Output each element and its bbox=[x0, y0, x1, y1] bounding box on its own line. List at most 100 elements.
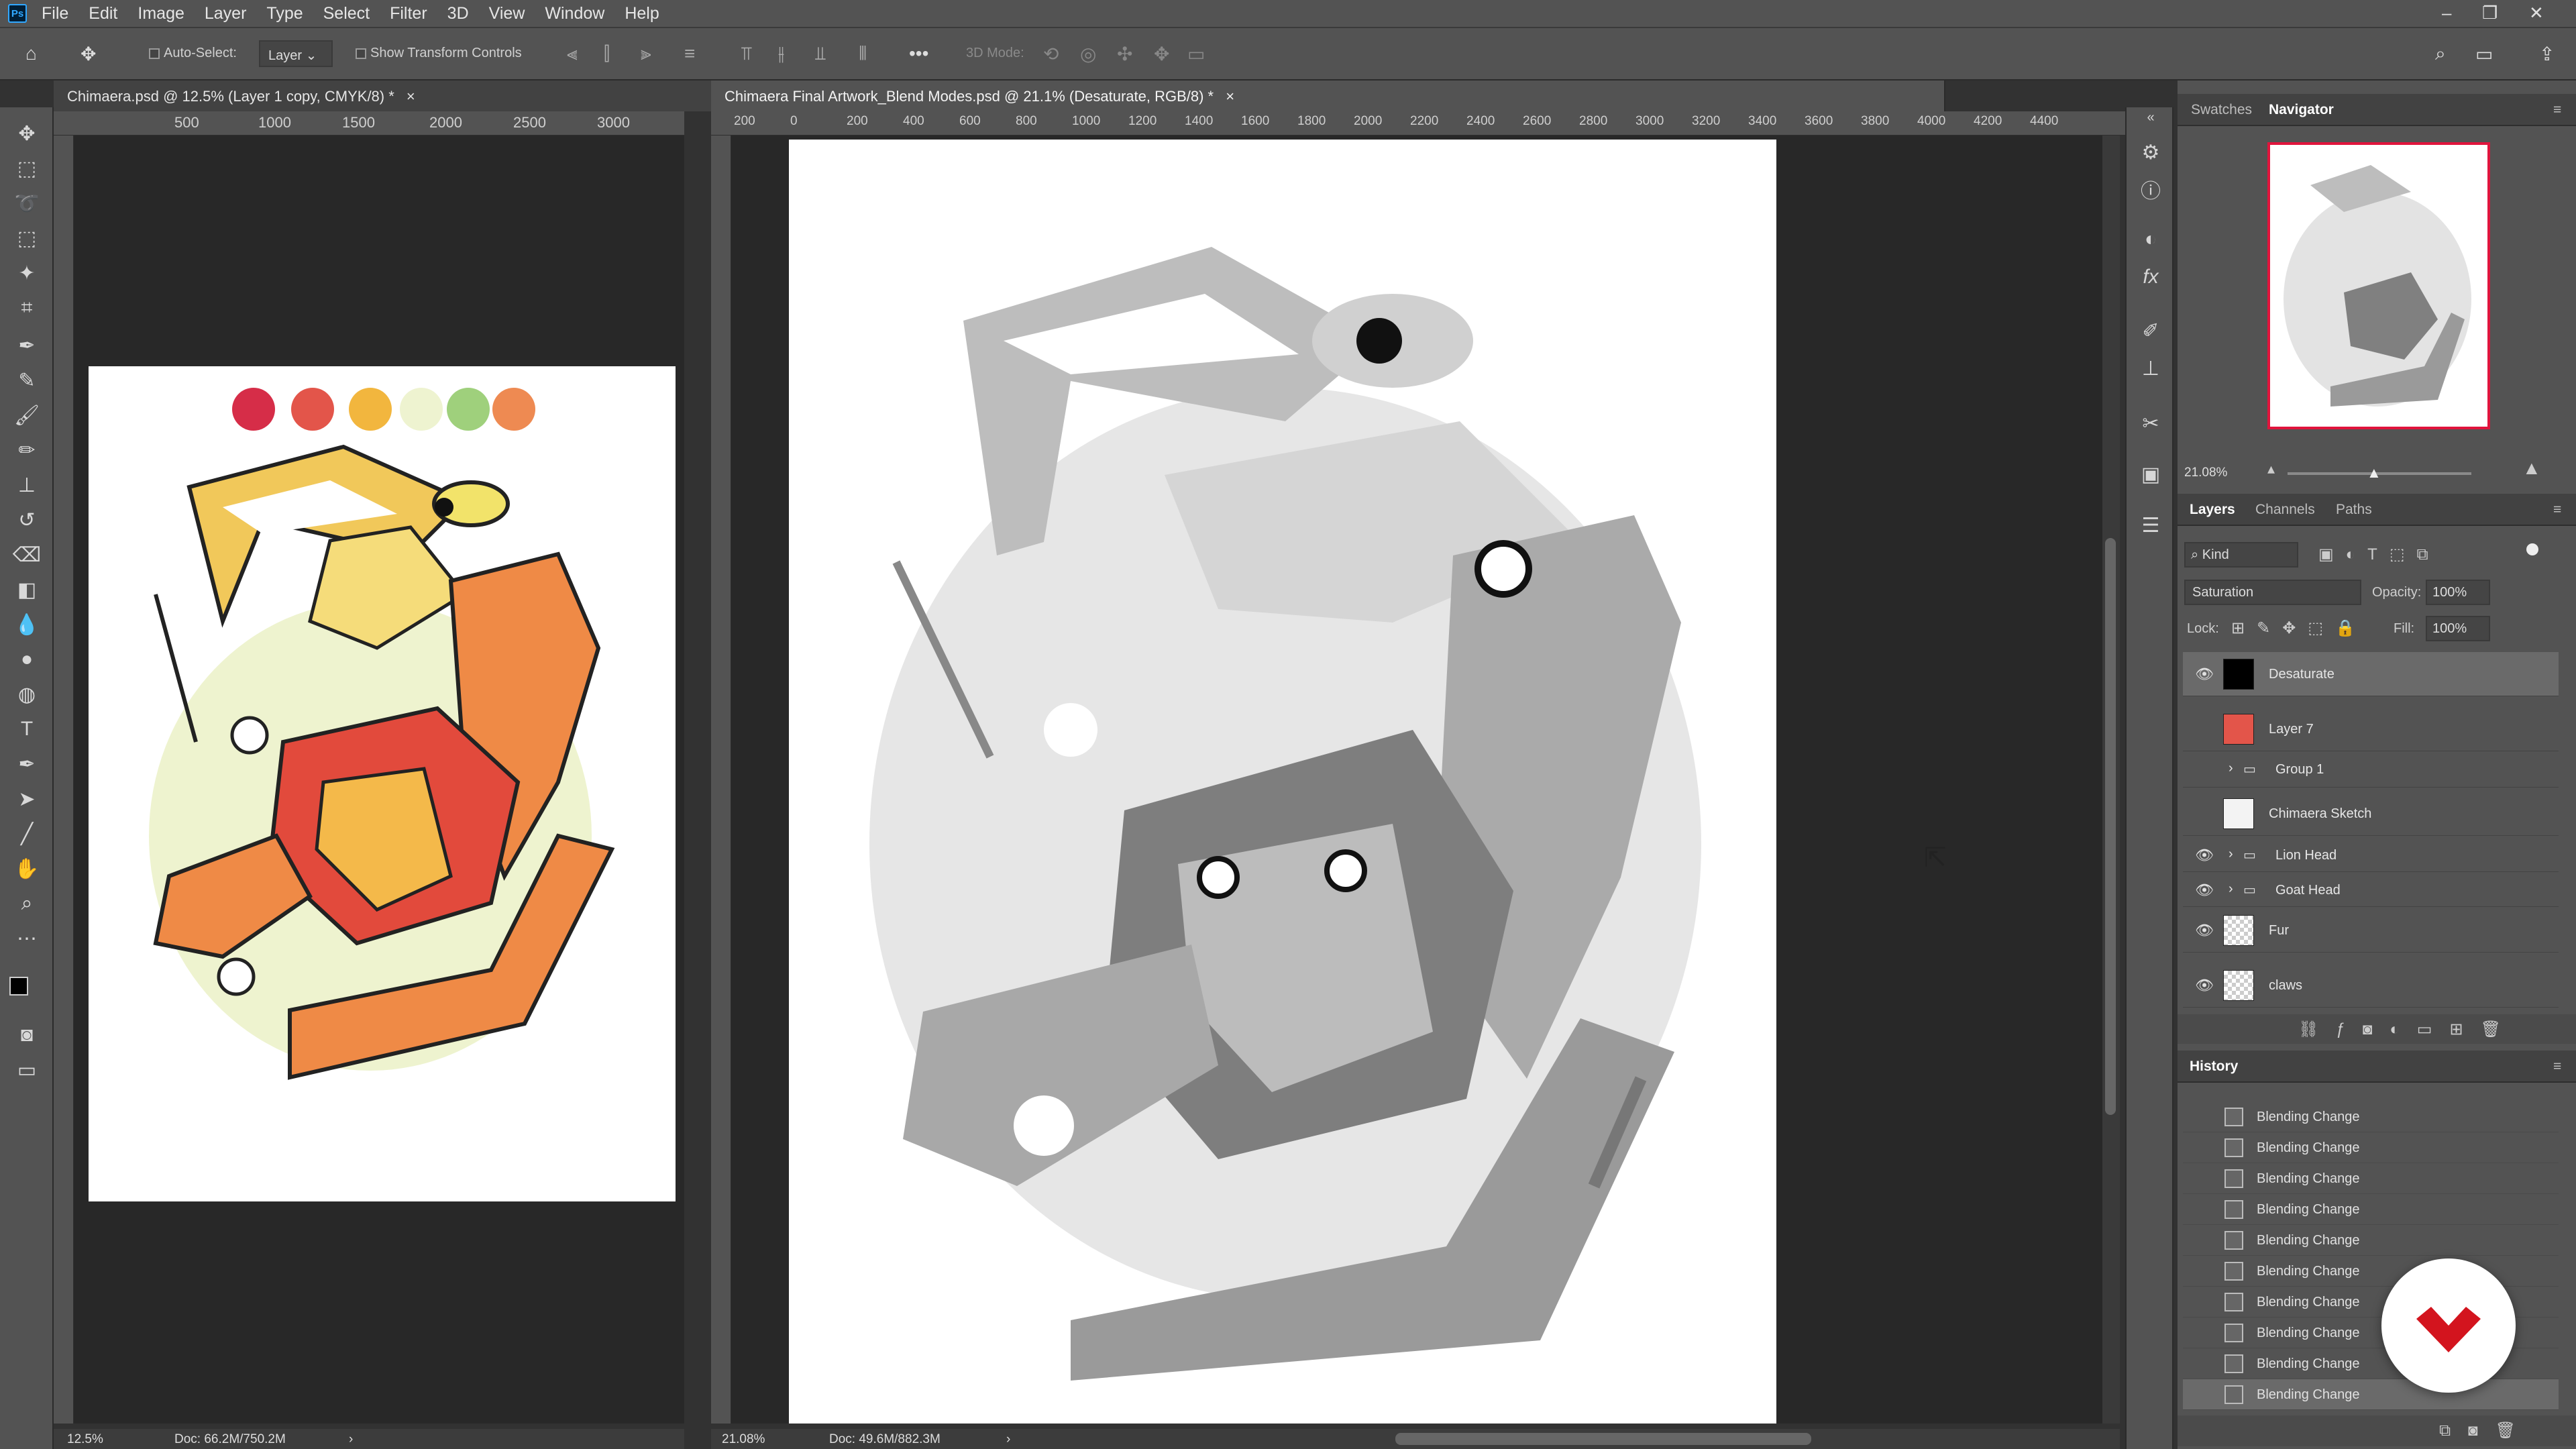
line-tool-icon[interactable]: ╱ bbox=[9, 818, 44, 849]
paint-bucket-tool-icon[interactable]: ◧ bbox=[9, 574, 44, 605]
info-icon[interactable]: ⓘ bbox=[2136, 174, 2165, 204]
panel-menu-icon[interactable]: ≡ bbox=[2553, 502, 2561, 518]
brushes-icon[interactable]: ✐ bbox=[2136, 319, 2165, 349]
lock-icons[interactable]: ⊞✎✥⬚🔒 bbox=[2231, 619, 2367, 638]
eyedropper-tool-icon[interactable]: ✒ bbox=[9, 330, 44, 361]
more-options-icon[interactable]: ••• bbox=[909, 43, 928, 64]
menu-help[interactable]: Help bbox=[625, 4, 659, 23]
align-middle-icon[interactable]: ⫲ bbox=[778, 43, 784, 65]
eye-icon[interactable]: 👁 bbox=[2195, 881, 2214, 899]
tab-navigator[interactable]: Navigator bbox=[2269, 102, 2334, 118]
more-tools-icon[interactable]: ⋯ bbox=[9, 923, 44, 954]
pencil-tool-icon[interactable]: ✏ bbox=[9, 435, 44, 466]
layer-row-chimaera-sketch[interactable]: Chimaera Sketch bbox=[2183, 792, 2559, 836]
auto-select-checkbox[interactable]: Auto-Select: bbox=[149, 46, 237, 61]
doc-tab-final-artwork[interactable]: Chimaera Final Artwork_Blend Modes.psd @… bbox=[711, 80, 1945, 111]
history-brush-tool-icon[interactable]: ↺ bbox=[9, 504, 44, 535]
align-left-icon[interactable]: ⫷ bbox=[567, 43, 578, 65]
panel-menu-icon[interactable]: ≡ bbox=[2553, 102, 2561, 118]
layer-row-group1[interactable]: › ▭ Group 1 bbox=[2183, 751, 2559, 788]
align-center-icon[interactable]: ⫿ bbox=[604, 43, 610, 65]
zoom-out-icon[interactable]: ▴ bbox=[2267, 460, 2275, 478]
panel-menu-icon[interactable]: ≡ bbox=[2553, 1059, 2561, 1075]
collapse-icon[interactable]: « bbox=[2136, 110, 2165, 140]
minimize-icon[interactable]: – bbox=[2442, 3, 2451, 23]
menu-image[interactable]: Image bbox=[138, 4, 184, 23]
menu-window[interactable]: Window bbox=[545, 4, 604, 23]
chevron-right-icon[interactable]: › bbox=[2229, 847, 2233, 862]
smudge-tool-icon[interactable]: ◍ bbox=[9, 679, 44, 710]
distribute-icon[interactable]: ≡ bbox=[684, 43, 695, 64]
clone-stamp-tool-icon[interactable]: ⊥ bbox=[9, 470, 44, 500]
chevron-right-icon[interactable]: › bbox=[1006, 1432, 1010, 1447]
layer-row-layer7[interactable]: Layer 7 bbox=[2183, 707, 2559, 751]
zoom-in-icon[interactable]: ▲ bbox=[2522, 458, 2541, 479]
layer-filter-dropdown[interactable]: ⌕ Kind bbox=[2184, 542, 2298, 568]
3d-rotate-icon[interactable]: ⟲ bbox=[1043, 43, 1059, 65]
dodge-tool-icon[interactable]: ● bbox=[9, 644, 44, 675]
navigator-preview[interactable] bbox=[2267, 142, 2490, 429]
chevron-right-icon[interactable]: › bbox=[349, 1432, 353, 1447]
navigator-zoom[interactable]: 21.08% bbox=[2184, 466, 2227, 480]
auto-select-dropdown[interactable]: Layer ⌄ bbox=[259, 40, 333, 67]
opacity-field[interactable]: 100% bbox=[2426, 580, 2490, 605]
fill-field[interactable]: 100% bbox=[2426, 616, 2490, 641]
close-icon[interactable]: × bbox=[407, 88, 415, 105]
menu-view[interactable]: View bbox=[489, 4, 525, 23]
tool-presets-icon[interactable]: ✂ bbox=[2136, 412, 2165, 441]
hand-tool-icon[interactable]: ✋ bbox=[9, 853, 44, 884]
zoom-slider-handle[interactable]: ▲ bbox=[2367, 464, 2381, 482]
close-icon[interactable]: ✕ bbox=[2529, 3, 2544, 23]
align-top-icon[interactable]: ⫪ bbox=[741, 43, 752, 65]
blend-mode-dropdown[interactable]: Saturation bbox=[2184, 580, 2361, 605]
move-tool-icon[interactable]: ✥ bbox=[9, 118, 44, 149]
menu-filter[interactable]: Filter bbox=[390, 4, 427, 23]
object-select-tool-icon[interactable]: ⬚ bbox=[9, 223, 44, 254]
show-transform-checkbox[interactable]: Show Transform Controls bbox=[356, 46, 522, 61]
styles-icon[interactable]: fx bbox=[2136, 266, 2165, 295]
foreground-color-swatch[interactable] bbox=[9, 977, 28, 996]
distribute-vertical-icon[interactable]: ⦀ bbox=[859, 43, 867, 65]
eye-icon[interactable]: 👁 bbox=[2195, 922, 2214, 939]
menu-select[interactable]: Select bbox=[323, 4, 370, 23]
zoom-level[interactable]: 21.08% bbox=[722, 1432, 765, 1447]
tab-paths[interactable]: Paths bbox=[2336, 502, 2372, 518]
healing-brush-tool-icon[interactable]: ✎ bbox=[9, 365, 44, 396]
zoom-tool-icon[interactable]: ⌕ bbox=[9, 888, 44, 919]
menu-type[interactable]: Type bbox=[266, 4, 303, 23]
tab-channels[interactable]: Channels bbox=[2255, 502, 2315, 518]
blur-tool-icon[interactable]: 💧 bbox=[9, 609, 44, 640]
filter-toggle-icon[interactable] bbox=[2526, 543, 2538, 555]
tab-layers[interactable]: Layers bbox=[2190, 502, 2235, 518]
eye-icon[interactable]: 👁 bbox=[2195, 665, 2214, 683]
clone-source-icon[interactable]: ⊥ bbox=[2136, 357, 2165, 386]
eraser-tool-icon[interactable]: ⌫ bbox=[9, 539, 44, 570]
scrollbar-thumb[interactable] bbox=[2105, 538, 2116, 1115]
history-item[interactable]: Blending Change bbox=[2183, 1102, 2559, 1132]
menu-layer[interactable]: Layer bbox=[205, 4, 247, 23]
layer-row-claws[interactable]: 👁 claws bbox=[2183, 963, 2559, 1008]
history-item[interactable]: Blending Change bbox=[2183, 1163, 2559, 1194]
tab-swatches[interactable]: Swatches bbox=[2191, 102, 2252, 118]
layer-row-goat-head[interactable]: 👁 › ▭ Goat Head bbox=[2183, 873, 2559, 907]
history-item[interactable]: Blending Change bbox=[2183, 1225, 2559, 1256]
zoom-level[interactable]: 12.5% bbox=[67, 1432, 103, 1447]
history-action-icons[interactable]: ⧉◙🗑 bbox=[2439, 1421, 2533, 1440]
document-canvas-desaturated[interactable] bbox=[789, 140, 1776, 1424]
marquee-tool-icon[interactable]: ⬚ bbox=[9, 153, 44, 184]
horizontal-scrollbar-thumb[interactable] bbox=[1395, 1433, 1811, 1445]
3d-pan-icon[interactable]: ✣ bbox=[1117, 43, 1132, 65]
screen-mode-icon[interactable]: ▭ bbox=[9, 1055, 44, 1085]
align-bottom-icon[interactable]: ⫫ bbox=[815, 43, 826, 65]
lasso-tool-icon[interactable]: ➰ bbox=[9, 188, 44, 219]
layer-action-icons[interactable]: ⛓ƒ◙◐▭⊞🗑 bbox=[2298, 1020, 2518, 1039]
layer-filter-icons[interactable]: ▣◐T⬚⧉ bbox=[2318, 545, 2440, 564]
align-right-icon[interactable]: ⫸ bbox=[641, 43, 651, 65]
pen-tool-icon[interactable]: ✒ bbox=[9, 749, 44, 780]
path-selection-tool-icon[interactable]: ➤ bbox=[9, 784, 44, 814]
magic-wand-tool-icon[interactable]: ✦ bbox=[9, 258, 44, 288]
type-tool-icon[interactable]: T bbox=[9, 714, 44, 745]
workspace-icon[interactable]: ▭ bbox=[2475, 43, 2493, 65]
vertical-scrollbar[interactable] bbox=[2102, 136, 2120, 1424]
crop-tool-icon[interactable]: ⌗ bbox=[9, 292, 44, 323]
